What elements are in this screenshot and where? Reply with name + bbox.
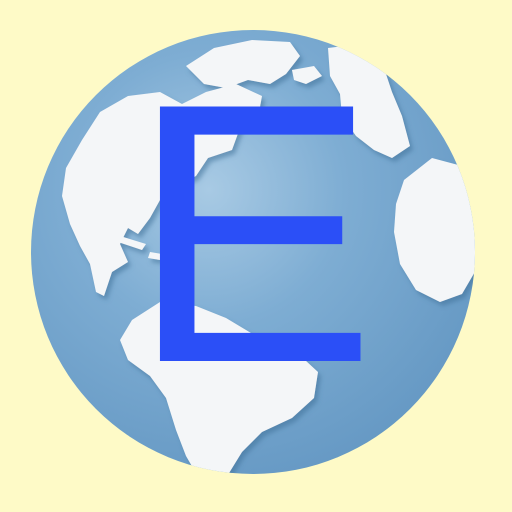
app-icon[interactable]: E xyxy=(0,0,512,512)
app-icon-letter: E xyxy=(129,27,377,440)
